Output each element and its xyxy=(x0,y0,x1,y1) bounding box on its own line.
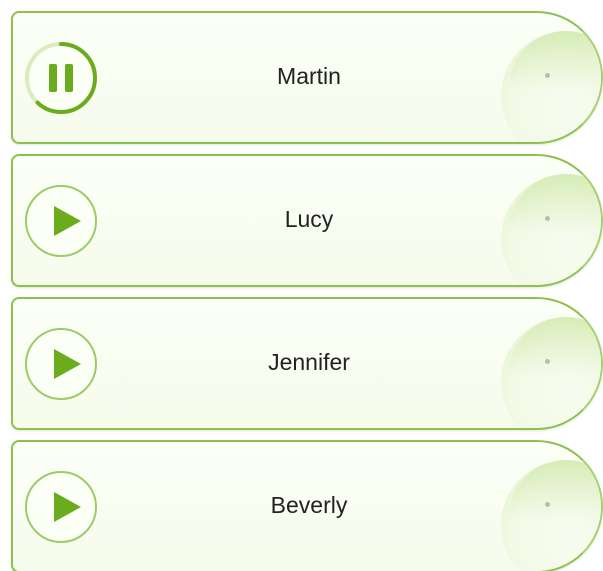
play-button[interactable] xyxy=(25,471,97,543)
play-icon xyxy=(54,206,81,236)
play-button[interactable] xyxy=(25,328,97,400)
track-name: Beverly xyxy=(270,492,348,518)
knob-dot-icon xyxy=(545,502,550,507)
knob-dot-icon xyxy=(545,73,550,78)
track-list: Martin Lucy Jennifer Beverly xyxy=(0,0,603,571)
pause-icon xyxy=(49,64,73,92)
track-card-jennifer[interactable]: Jennifer xyxy=(11,297,603,430)
track-name: Jennifer xyxy=(268,349,350,375)
pause-button[interactable] xyxy=(25,42,97,114)
knob-dot-icon xyxy=(545,359,550,364)
dial-knob[interactable] xyxy=(501,31,601,142)
track-name: Martin xyxy=(277,63,341,89)
dial-knob[interactable] xyxy=(501,317,601,428)
dial-knob[interactable] xyxy=(501,460,601,571)
knob-dot-icon xyxy=(545,216,550,221)
track-name: Lucy xyxy=(284,206,334,232)
play-icon xyxy=(54,349,81,379)
track-card-martin[interactable]: Martin xyxy=(11,11,603,144)
play-button[interactable] xyxy=(25,185,97,257)
track-card-lucy[interactable]: Lucy xyxy=(11,154,603,287)
track-card-beverly[interactable]: Beverly xyxy=(11,440,603,571)
dial-knob[interactable] xyxy=(501,174,601,285)
play-icon xyxy=(54,492,81,522)
